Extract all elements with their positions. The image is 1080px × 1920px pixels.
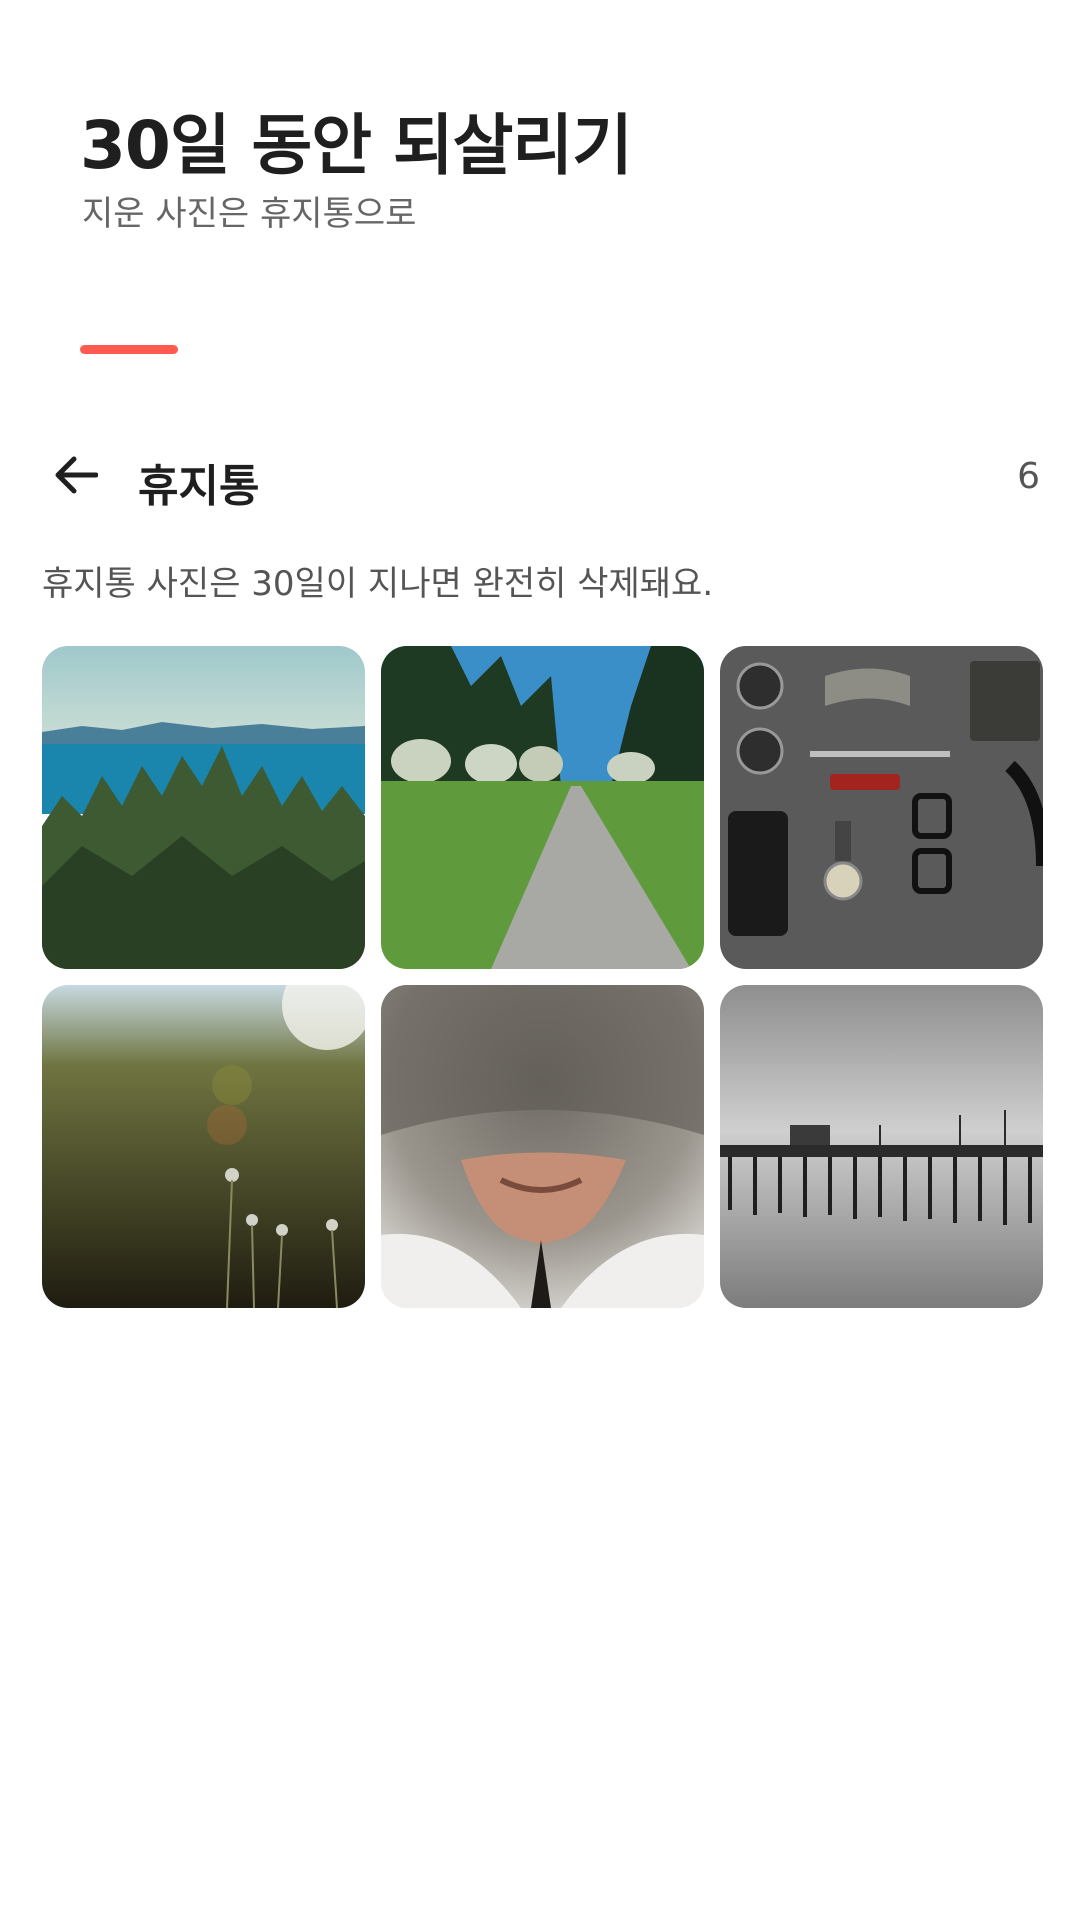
- photo-thumbnail-cat-nose[interactable]: [381, 985, 704, 1308]
- photo-thumbnail-pier[interactable]: [720, 985, 1043, 1308]
- photo-thumbnail-grass-path[interactable]: [381, 646, 704, 969]
- page-title: 30일 동안 되살리기: [80, 107, 633, 184]
- page-subtitle: 지운 사진은 휴지통으로: [82, 194, 417, 234]
- photo-thumbnail-sea-trees[interactable]: [42, 646, 365, 969]
- back-button[interactable]: [40, 440, 110, 510]
- photo-grid: [42, 646, 1043, 1308]
- trash-notice: 휴지통 사진은 30일이 지나면 완전히 삭제돼요.: [42, 564, 714, 604]
- arrow-left-icon: [55, 456, 98, 494]
- photo-thumbnail-meadow[interactable]: [42, 985, 365, 1308]
- progress-indicator: [80, 345, 178, 354]
- photo-thumbnail-flat-lay[interactable]: [720, 646, 1043, 969]
- trash-count: 6: [1017, 456, 1040, 497]
- trash-title: 휴지통: [138, 461, 260, 512]
